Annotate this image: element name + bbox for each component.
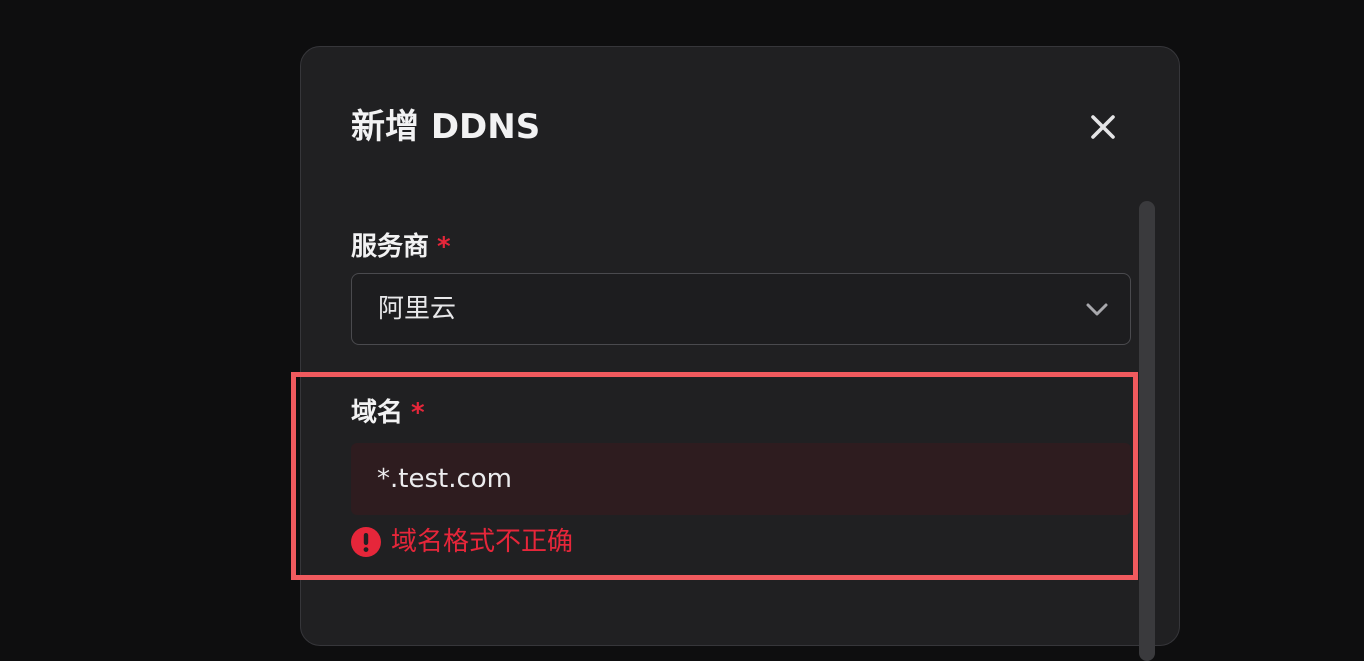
error-message: 域名格式不正确 bbox=[391, 527, 574, 557]
provider-select[interactable]: 阿里云 bbox=[351, 273, 1131, 345]
chevron-down-icon bbox=[1086, 303, 1108, 316]
domain-label-text: 域名 bbox=[351, 398, 404, 428]
domain-input[interactable] bbox=[351, 443, 1131, 515]
provider-label: 服务商 * bbox=[351, 229, 451, 265]
domain-label: 域名 * bbox=[351, 395, 425, 431]
provider-label-text: 服务商 bbox=[351, 232, 430, 262]
close-button[interactable] bbox=[1085, 109, 1121, 145]
close-icon bbox=[1091, 115, 1115, 139]
required-mark: * bbox=[437, 232, 451, 262]
domain-error: 域名格式不正确 bbox=[351, 524, 573, 560]
required-mark: * bbox=[411, 398, 425, 428]
dialog-title: 新增 DDNS bbox=[351, 107, 541, 147]
add-ddns-dialog: 新增 DDNS 服务商* 阿里云 域名* 域名格式不正确 bbox=[300, 46, 1180, 661]
scrollbar[interactable] bbox=[1139, 201, 1155, 661]
provider-select-value: 阿里云 bbox=[378, 294, 457, 324]
exclamation-circle-icon bbox=[351, 527, 381, 557]
